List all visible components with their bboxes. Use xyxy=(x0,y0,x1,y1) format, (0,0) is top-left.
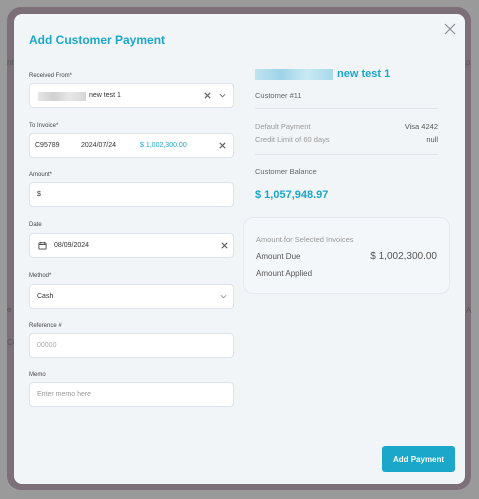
credit-limit-value: null xyxy=(426,135,438,144)
clear-icon[interactable] xyxy=(203,91,212,100)
amount-due-label: Amount Due xyxy=(256,252,301,261)
customer-logo-blur xyxy=(255,69,333,80)
memo-placeholder: Enter memo here xyxy=(37,391,92,398)
reference-label: Reference # xyxy=(29,323,62,329)
method-value: Cash xyxy=(37,293,54,300)
divider xyxy=(255,154,438,155)
invoice-amount: $ 1,002,300.00 xyxy=(140,142,187,149)
background-text: A xyxy=(466,306,472,315)
amount-input[interactable]: $ xyxy=(29,182,234,207)
received-from-label: Received From* xyxy=(29,73,73,79)
amount-due-value: $ 1,002,300.00 xyxy=(370,251,437,262)
divider xyxy=(255,108,438,109)
invoice-number: C95789 xyxy=(35,142,60,149)
date-label: Date xyxy=(29,222,42,228)
date-picker[interactable]: 08/09/2024 xyxy=(29,233,234,258)
add-payment-button[interactable]: Add Payment xyxy=(382,446,455,472)
to-invoice-select[interactable]: C95789 2024/07/24 $ 1,002,300.00 xyxy=(29,133,234,158)
reference-placeholder: 00000 xyxy=(37,342,57,349)
background-text: e xyxy=(7,305,12,314)
default-payment-value: Visa 4242 xyxy=(404,122,438,131)
date-value: 08/09/2024 xyxy=(54,242,90,249)
received-from-select[interactable]: new test 1 xyxy=(29,83,234,108)
customer-name: new test 1 xyxy=(337,68,391,80)
modal-title: Add Customer Payment xyxy=(29,33,166,47)
customer-balance-label: Customer Balance xyxy=(255,167,317,176)
customer-number: Customer #11 xyxy=(255,91,302,100)
selected-invoices-panel: Amount for Selected Invoices Amount Due … xyxy=(243,217,450,294)
clear-icon[interactable] xyxy=(220,241,229,250)
background-text: p xyxy=(466,58,471,67)
received-from-value: new test 1 xyxy=(89,92,121,99)
memo-label: Memo xyxy=(29,372,46,378)
customer-avatar-blur xyxy=(38,92,86,101)
amount-label: Amount* xyxy=(29,172,53,178)
clear-icon[interactable] xyxy=(218,141,227,150)
reference-input[interactable]: 00000 xyxy=(29,333,234,358)
close-icon[interactable] xyxy=(442,21,458,37)
to-invoice-label: To Invoice* xyxy=(29,123,59,129)
chevron-down-icon[interactable] xyxy=(218,91,227,100)
method-label: Method* xyxy=(29,273,52,279)
chevron-down-icon[interactable] xyxy=(219,292,228,301)
calendar-icon xyxy=(38,241,47,250)
amount-prefix: $ xyxy=(37,191,41,198)
add-customer-payment-modal: Add Customer Payment Received From* new … xyxy=(14,14,465,484)
memo-input[interactable]: Enter memo here xyxy=(29,382,234,407)
amount-applied-label: Amount Applied xyxy=(256,269,313,278)
default-payment-label: Default Payment xyxy=(255,122,311,131)
credit-limit-label: Credit Limit of 60 days xyxy=(255,135,330,144)
selected-invoices-heading: Amount for Selected Invoices xyxy=(256,235,354,244)
invoice-date: 2024/07/24 xyxy=(81,142,117,149)
customer-balance-value: $ 1,057,948.97 xyxy=(255,189,329,201)
method-select[interactable]: Cash xyxy=(29,284,234,309)
